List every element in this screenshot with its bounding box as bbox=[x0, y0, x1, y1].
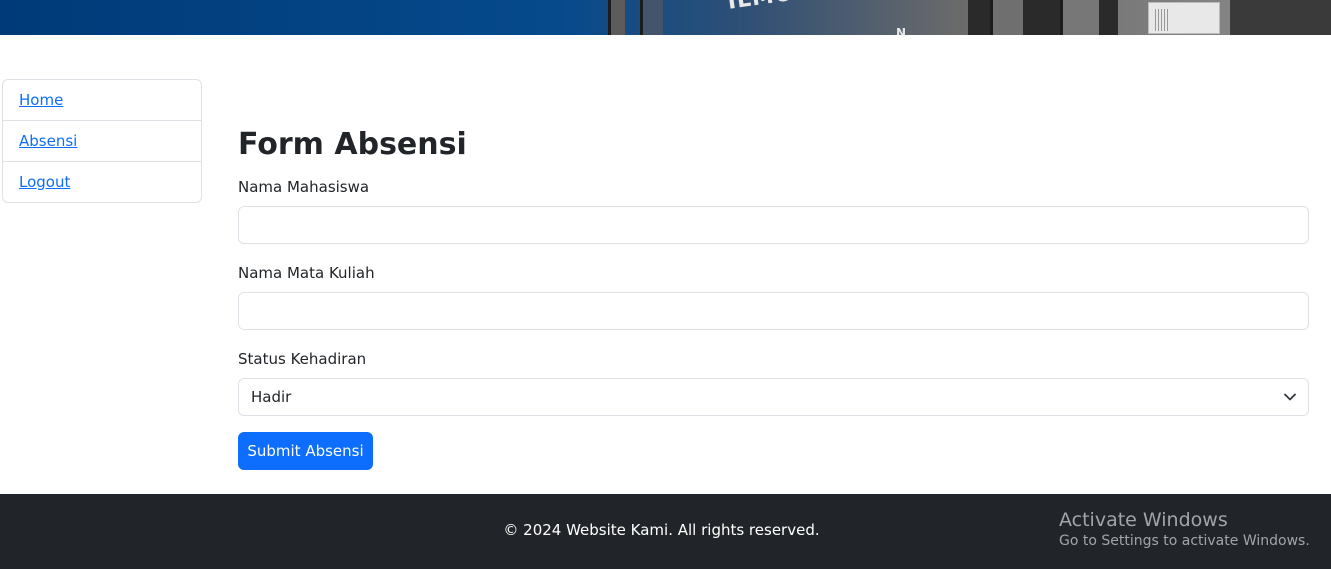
nama-mahasiswa-input[interactable] bbox=[238, 206, 1309, 244]
building-sign-text: ILMU KOMPUTE bbox=[726, 0, 930, 15]
air-conditioner-unit bbox=[1148, 2, 1220, 34]
sidebar-item-absensi[interactable]: Absensi bbox=[3, 121, 201, 162]
sidebar-item-logout[interactable]: Logout bbox=[3, 162, 201, 202]
sidebar-link-home[interactable]: Home bbox=[19, 91, 63, 109]
sidebar-nav: Home Absensi Logout bbox=[2, 79, 202, 203]
sidebar-item-home[interactable]: Home bbox=[3, 80, 201, 121]
nama-mahasiswa-label: Nama Mahasiswa bbox=[238, 178, 370, 196]
header-banner-image: ILMU KOMPUTE N bbox=[0, 0, 1331, 35]
building-window bbox=[608, 0, 625, 35]
building-window bbox=[640, 0, 663, 35]
status-kehadiran-selected-value: Hadir bbox=[251, 388, 292, 406]
activate-windows-title: Activate Windows bbox=[1059, 509, 1228, 531]
activate-windows-watermark: Activate Windows Go to Settings to activ… bbox=[1059, 509, 1310, 549]
building-wall bbox=[1230, 0, 1331, 35]
sidebar-link-absensi[interactable]: Absensi bbox=[19, 132, 77, 150]
nama-mata-kuliah-input[interactable] bbox=[238, 292, 1309, 330]
building-window bbox=[1060, 0, 1099, 35]
building-window bbox=[990, 0, 1023, 35]
activate-windows-subtitle: Go to Settings to activate Windows. bbox=[1059, 533, 1310, 549]
sidebar-link-logout[interactable]: Logout bbox=[19, 173, 70, 191]
submit-absensi-button[interactable]: Submit Absensi bbox=[238, 432, 373, 470]
nama-mata-kuliah-label: Nama Mata Kuliah bbox=[238, 264, 375, 282]
page-title: Form Absensi bbox=[238, 127, 467, 162]
footer: © 2024 Website Kami. All rights reserved… bbox=[0, 494, 1331, 569]
building-sign-text-lower: N bbox=[896, 26, 907, 35]
chevron-down-icon bbox=[1284, 391, 1296, 403]
status-kehadiran-label: Status Kehadiran bbox=[238, 350, 367, 368]
status-kehadiran-select[interactable]: Hadir bbox=[238, 378, 1309, 416]
